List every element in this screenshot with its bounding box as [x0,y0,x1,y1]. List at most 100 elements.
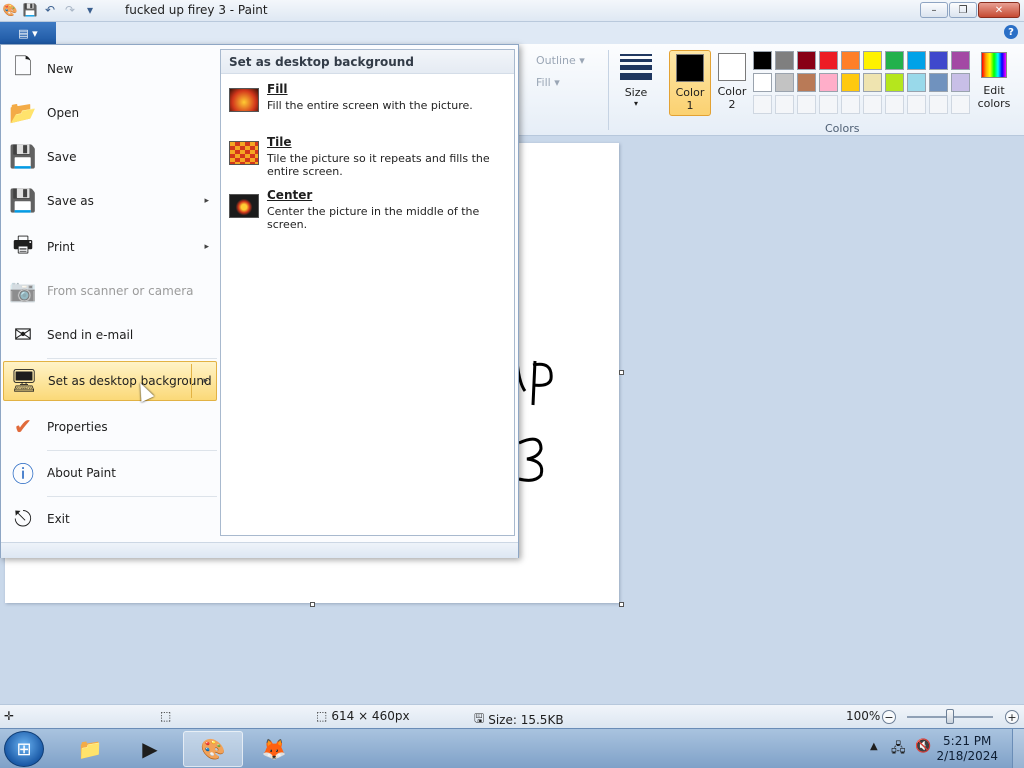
paint-app-icon[interactable]: 🎨 [2,2,18,18]
file-menu-button[interactable]: ▤ ▾ [0,22,56,44]
palette-swatch[interactable] [819,51,838,70]
file-menu-item-exit[interactable]: ⎋ Exit [3,499,217,539]
submenu-header: Set as desktop background [221,50,514,74]
submenu-tile-option[interactable]: Tile Tile the picture so it repeats and … [227,135,509,185]
maximize-button[interactable]: ❐ [949,2,977,18]
file-menu-item-label: Send in e-mail [47,328,134,342]
file-menu-item-properties[interactable]: ✔ Properties [3,407,217,447]
palette-swatch[interactable] [929,51,948,70]
submenu-fill-option[interactable]: Fill Fill the entire screen with the pic… [227,82,509,132]
palette-swatch[interactable] [907,95,926,114]
size-button[interactable]: Size ▾ [618,52,654,108]
desktop-background-submenu: Set as desktop background Fill Fill the … [220,49,515,536]
palette-swatch[interactable] [753,73,772,92]
palette-swatch[interactable] [775,51,794,70]
file-menu-item-send-in-e-mail[interactable]: ✉ Send in e-mail [3,315,217,355]
submenu-arrow-icon[interactable]: ▸ [204,196,209,206]
palette-swatch[interactable] [819,95,838,114]
outline-dropdown[interactable]: Outline ▾ [536,54,585,67]
canvas-resize-handle-bottom[interactable] [310,602,315,607]
disk-icon: 🖫 [474,711,485,725]
color1-number: 1 [686,99,694,112]
cursor-position-icon: ✛ [4,709,15,723]
zoom-level: 100% [846,709,881,723]
ribbon-tab-row [0,22,1024,44]
open-folder-icon: 📂 [9,100,37,126]
palette-swatch[interactable] [797,73,816,92]
start-button[interactable]: ⊞ [4,731,44,767]
redo-icon[interactable]: ↷ [62,2,78,18]
palette-swatch[interactable] [775,73,794,92]
selection-size-icon: ⬚ [160,709,172,723]
ribbon-separator [608,50,609,130]
help-icon[interactable]: ? [1004,25,1018,39]
palette-swatch[interactable] [753,95,772,114]
size-label: Size [624,86,648,99]
exit-icon: ⎋ [14,506,32,532]
email-icon: ✉ [13,322,33,348]
file-menu-item-save[interactable]: 💾 Save [3,137,217,177]
palette-swatch[interactable] [951,51,970,70]
palette-swatch[interactable] [863,73,882,92]
canvas-resize-handle-right[interactable] [619,370,624,375]
palette-swatch[interactable] [951,95,970,114]
palette-swatch[interactable] [885,95,904,114]
palette-swatch[interactable] [841,73,860,92]
palette-swatch[interactable] [775,95,794,114]
minimize-button[interactable]: – [920,2,948,18]
show-desktop-button[interactable] [1012,729,1024,768]
palette-swatch[interactable] [885,51,904,70]
zoom-out-button[interactable]: − [882,710,896,724]
customize-qat-icon[interactable]: ▾ [82,2,98,18]
palette-swatch[interactable] [841,95,860,114]
palette-swatch[interactable] [753,51,772,70]
palette-swatch[interactable] [841,51,860,70]
tray-expand-icon[interactable]: ▲ [870,741,878,752]
clock[interactable]: 5:21 PM 2/18/2024 [936,734,998,764]
file-menu-item-save-as[interactable]: 💾 Save as ▸ [3,181,217,221]
tile-option-description: Tile the picture so it repeats and fills… [267,152,490,178]
taskbar-explorer-icon[interactable]: 📁 [60,731,120,767]
file-menu-item-about-paint[interactable]: ⓘ About Paint [3,453,217,493]
submenu-center-option[interactable]: Center Center the picture in the middle … [227,188,509,238]
palette-swatch[interactable] [907,51,926,70]
palette-swatch[interactable] [951,73,970,92]
palette-swatch[interactable] [863,95,882,114]
palette-swatch[interactable] [797,51,816,70]
submenu-arrow-icon[interactable]: ▸ [204,242,209,252]
taskbar-paint-icon[interactable]: 🎨 [183,731,243,767]
undo-icon[interactable]: ↶ [42,2,58,18]
palette-swatch[interactable] [863,51,882,70]
edit-colors-button[interactable]: Edit colors [975,52,1013,110]
fill-dropdown[interactable]: Fill ▾ [536,76,560,89]
close-button[interactable]: ✕ [978,2,1020,18]
palette-swatch[interactable] [929,73,948,92]
color1-button[interactable]: Color 1 [669,50,711,116]
canvas-resize-handle-corner[interactable] [619,602,624,607]
file-menu-item-label: About Paint [47,466,116,480]
palette-swatch[interactable] [929,95,948,114]
file-menu-item-new[interactable]: 🗋 New [3,49,217,89]
color2-button[interactable]: Color 2 [713,50,751,116]
file-menu-commands: 🗋 New 📂 Open 💾 Save 💾 Save as ▸ 🖶 Print ▸ 📷 From scan… [1,45,219,542]
zoom-in-button[interactable]: + [1005,710,1019,724]
file-menu-item-set-as-desktop-background[interactable]: 🖥 Set as desktop background ▸ [3,361,217,401]
save-as-icon: 💾 [9,188,37,214]
network-icon[interactable]: 🖧 [891,739,906,761]
file-menu-item-print[interactable]: 🖶 Print ▸ [3,227,217,267]
taskbar-firefox-icon[interactable]: 🦊 [244,731,304,767]
size-arrow-icon: ▾ [633,99,638,108]
palette-swatch[interactable] [797,95,816,114]
palette-swatch[interactable] [907,73,926,92]
file-menu-item-from-scanner-or-camera[interactable]: 📷 From scanner or camera [3,271,217,311]
qat-save-icon[interactable]: 💾 [22,2,38,18]
image-dimensions-text: 614 × 460px [331,709,410,723]
volume-muted-icon[interactable]: 🔇 [915,739,931,754]
palette-swatch[interactable] [819,73,838,92]
palette-swatch[interactable] [885,73,904,92]
file-menu-item-open[interactable]: 📂 Open [3,93,217,133]
taskbar-media-player-icon[interactable]: ▶ [120,731,180,767]
file-menu-separator [47,450,217,451]
zoom-slider-thumb[interactable] [946,709,954,724]
submenu-arrow-icon[interactable]: ▸ [203,376,208,386]
